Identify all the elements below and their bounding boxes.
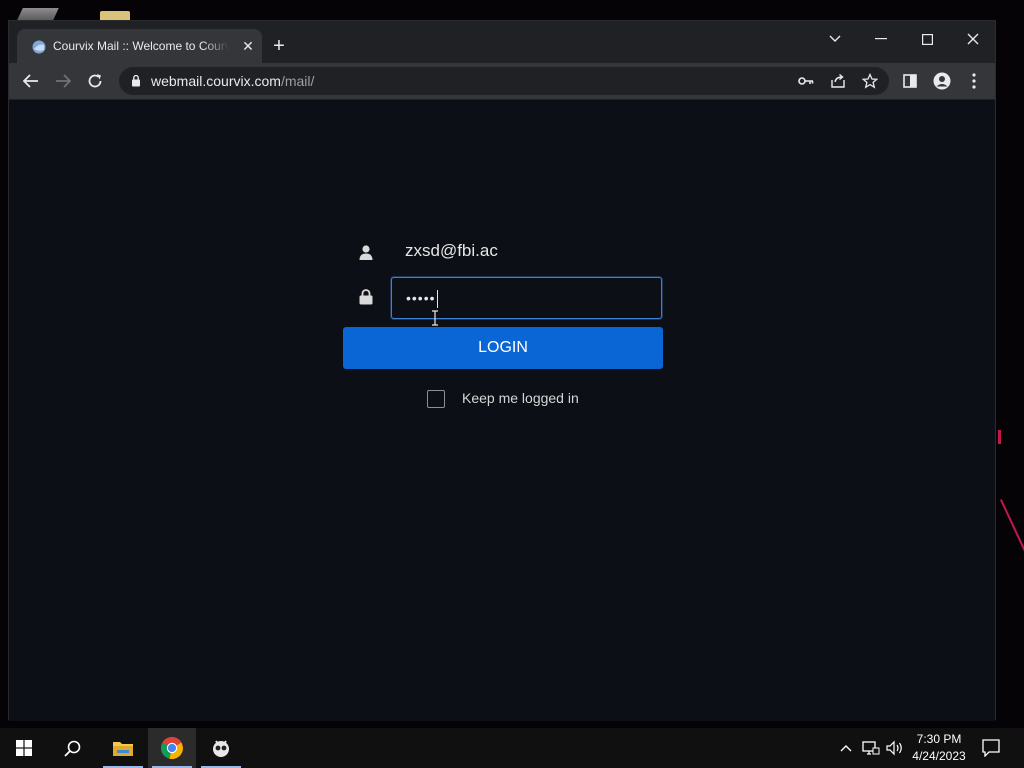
login-button[interactable]: LOGIN xyxy=(343,327,663,369)
desktop-folder-icon[interactable] xyxy=(100,11,130,20)
password-mask: ••••• xyxy=(406,290,436,306)
close-window-icon[interactable] xyxy=(955,25,991,53)
notifications-icon[interactable] xyxy=(981,738,1001,758)
lock-icon xyxy=(357,288,375,306)
file-explorer-icon[interactable] xyxy=(99,728,147,768)
address-bar[interactable]: webmail.courvix.com/mail/ xyxy=(119,67,889,95)
share-icon[interactable] xyxy=(829,72,847,90)
tab-search-icon[interactable] xyxy=(817,25,853,53)
browser-menu-icon[interactable] xyxy=(960,67,988,95)
new-tab-button[interactable]: + xyxy=(267,35,291,59)
wallpaper-stroke xyxy=(1000,499,1024,609)
forward-arrow-icon[interactable] xyxy=(49,67,77,95)
desktop-icon[interactable] xyxy=(17,8,59,20)
browser-toolbar: webmail.courvix.com/mail/ xyxy=(9,63,995,99)
webmail-login-page: zxsd@fbi.ac ••••• LOGIN Keep me logged i… xyxy=(9,100,995,721)
keep-logged-in-checkbox[interactable] xyxy=(427,390,445,408)
url-text: webmail.courvix.com/mail/ xyxy=(151,73,314,89)
text-cursor-icon xyxy=(432,310,438,326)
username-field[interactable]: zxsd@fbi.ac xyxy=(405,241,498,261)
user-icon xyxy=(357,243,375,261)
keep-logged-in-option[interactable]: Keep me logged in xyxy=(427,389,627,409)
tab-strip: Courvix Mail :: Welcome to Courvix Mail … xyxy=(9,21,995,63)
minimize-icon[interactable] xyxy=(863,25,899,53)
tab-courvix-mail[interactable]: Courvix Mail :: Welcome to Courvix Mail … xyxy=(17,29,262,63)
bookmark-star-icon[interactable] xyxy=(861,72,879,90)
volume-icon[interactable] xyxy=(885,738,905,758)
keep-logged-in-label[interactable]: Keep me logged in xyxy=(462,390,579,406)
tab-close-icon[interactable]: ✕ xyxy=(239,37,257,55)
clock-time: 7:30 PM xyxy=(916,732,962,746)
tab-title: Courvix Mail :: Welcome to Courvix Mail xyxy=(53,39,229,53)
desktop: Courvix Mail :: Welcome to Courvix Mail … xyxy=(0,0,1024,728)
side-panel-icon[interactable] xyxy=(896,67,924,95)
search-icon[interactable] xyxy=(48,728,96,768)
chrome-icon[interactable] xyxy=(148,728,196,768)
app-icon[interactable] xyxy=(197,728,245,768)
url-host: webmail.courvix.com xyxy=(151,73,281,89)
chevron-up-icon[interactable] xyxy=(836,738,856,758)
start-windows-icon[interactable] xyxy=(0,728,48,768)
password-row: ••••• xyxy=(343,276,663,320)
wallpaper-stroke xyxy=(998,430,1001,444)
lock-icon[interactable] xyxy=(131,74,141,87)
maximize-icon[interactable] xyxy=(909,25,945,53)
browser-window: Courvix Mail :: Welcome to Courvix Mail … xyxy=(8,20,996,721)
clock-date: 4/24/2023 xyxy=(912,749,966,763)
back-arrow-icon[interactable] xyxy=(17,67,45,95)
reload-icon[interactable] xyxy=(81,67,109,95)
network-icon[interactable] xyxy=(861,738,881,758)
url-path: /mail/ xyxy=(280,73,315,89)
text-caret xyxy=(436,290,438,309)
profile-avatar-icon[interactable] xyxy=(928,67,956,95)
username-row: zxsd@fbi.ac xyxy=(343,234,663,270)
key-icon[interactable] xyxy=(797,72,815,90)
courvix-favicon-icon xyxy=(32,40,46,54)
taskbar: 7:30 PM 4/24/2023 xyxy=(0,728,1024,768)
system-clock[interactable]: 7:30 PM 4/24/2023 xyxy=(906,731,972,765)
